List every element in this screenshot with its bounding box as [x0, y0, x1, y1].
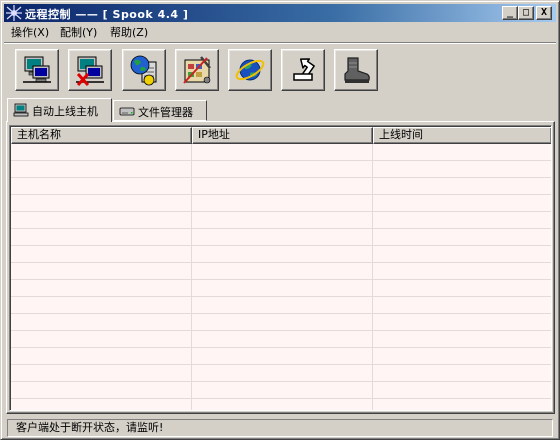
- status-bar: 客户端处于断开状态，请监听!: [4, 418, 556, 437]
- host-list-header: 主机名称 IP地址 上线时间: [11, 127, 551, 144]
- computer-icon: [13, 103, 29, 117]
- exit-button[interactable]: [334, 49, 378, 91]
- main-window: 远程控制 —— [ Spook 4.4 ] _ □ X 操作(X) 配制(Y) …: [0, 0, 560, 440]
- menu-help[interactable]: 帮助(Z): [106, 25, 152, 41]
- tab-label: 自动上线主机: [32, 105, 98, 118]
- column-header-host-name[interactable]: 主机名称: [11, 127, 192, 144]
- empty-grid-row: [11, 297, 551, 314]
- empty-grid-row: [11, 263, 551, 280]
- boot-icon: [344, 57, 370, 83]
- menu-operate[interactable]: 操作(X): [7, 25, 53, 41]
- status-text: 客户端处于断开状态，请监听!: [7, 419, 553, 437]
- close-button[interactable]: X: [536, 6, 552, 20]
- connect-button[interactable]: [15, 49, 59, 91]
- back-button[interactable]: [281, 49, 325, 91]
- empty-grid-row: [11, 365, 551, 382]
- disconnect-computer-icon: [76, 56, 104, 86]
- tab-auto-online-hosts[interactable]: 自动上线主机: [7, 98, 112, 122]
- maximize-button[interactable]: □: [518, 6, 534, 20]
- empty-grid-row: [11, 178, 551, 195]
- menu-bar: 操作(X) 配制(Y) 帮助(Z): [4, 23, 556, 42]
- window-title: 远程控制 —— [ Spook 4.4 ]: [25, 8, 189, 21]
- server-button[interactable]: [122, 49, 166, 91]
- host-list[interactable]: 主机名称 IP地址 上线时间: [9, 125, 552, 411]
- empty-grid-row: [11, 161, 551, 178]
- empty-grid-row: [11, 195, 551, 212]
- empty-grid-row: [11, 212, 551, 229]
- column-header-online-time[interactable]: 上线时间: [373, 127, 551, 144]
- menu-configure[interactable]: 配制(Y): [56, 25, 101, 41]
- empty-grid-row: [11, 144, 551, 161]
- app-spider-icon: [6, 5, 22, 21]
- empty-grid-row: [11, 229, 551, 246]
- tab-file-manager[interactable]: 文件管理器: [113, 100, 207, 121]
- globe-server-icon: [130, 55, 157, 86]
- drive-icon: [119, 107, 135, 116]
- toolbar-separator: [4, 42, 556, 44]
- empty-grid-row: [11, 280, 551, 297]
- settings-tools-icon: [183, 56, 211, 84]
- title-bar[interactable]: 远程控制 —— [ Spook 4.4 ] _ □ X: [4, 4, 556, 22]
- disconnect-button[interactable]: [68, 49, 112, 91]
- connect-computer-icon: [23, 56, 51, 83]
- host-list-body: [11, 144, 551, 410]
- browser-button[interactable]: [228, 49, 272, 91]
- empty-grid-row: [11, 314, 551, 331]
- return-arrow-icon: [293, 58, 315, 81]
- minimize-button[interactable]: _: [502, 6, 518, 20]
- empty-grid-row: [11, 382, 551, 399]
- config-button[interactable]: [175, 49, 219, 91]
- tab-label: 文件管理器: [138, 106, 193, 119]
- internet-explorer-icon: [235, 59, 265, 81]
- empty-grid-row: [11, 348, 551, 365]
- column-header-ip-address[interactable]: IP地址: [192, 127, 373, 144]
- empty-grid-row: [11, 246, 551, 263]
- empty-grid-row: [11, 331, 551, 348]
